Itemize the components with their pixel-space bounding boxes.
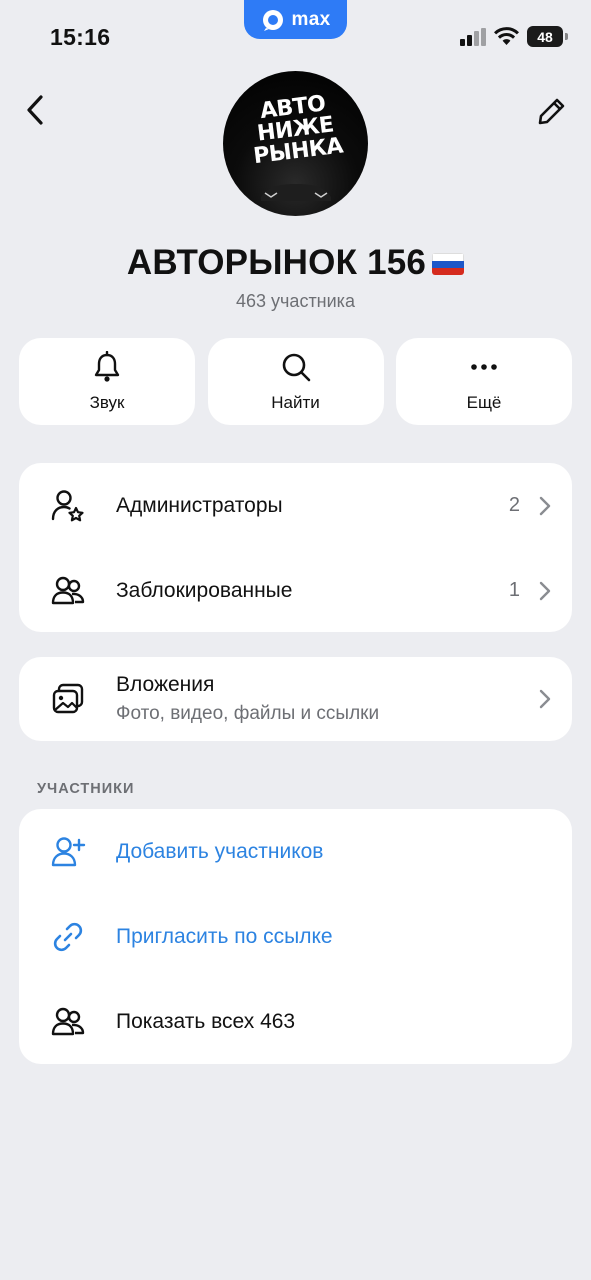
attachments-sub: Фото, видео, файлы и ссылки — [116, 703, 380, 724]
chevron-left-icon — [27, 95, 43, 125]
show-all-label: Показать всех 463 — [116, 1009, 296, 1033]
blocked-row[interactable]: Заблокированные 1 — [19, 548, 572, 633]
attachments-label: Вложения — [116, 673, 215, 696]
max-logo-icon — [262, 9, 283, 31]
status-bar: 15:16 max 48 — [0, 0, 591, 72]
add-members-row[interactable]: Добавить участников — [19, 809, 572, 894]
more-icon — [471, 363, 497, 370]
admins-label: Администраторы — [116, 493, 283, 517]
search-button[interactable]: Найти — [207, 338, 384, 425]
admin-icon — [49, 487, 87, 525]
car-silhouette-icon — [261, 184, 331, 201]
sound-label: Звук — [89, 392, 125, 412]
blocked-users-icon — [49, 572, 87, 610]
chevron-right-icon — [538, 581, 552, 601]
pencil-icon — [538, 98, 565, 125]
wifi-icon — [494, 27, 519, 45]
avatar-logo-text: АВТО НИЖЕ РЫНКА — [252, 91, 345, 170]
search-icon — [282, 353, 310, 381]
status-time: 15:16 — [50, 24, 111, 50]
chevron-right-icon — [538, 496, 552, 516]
users-icon — [49, 1003, 87, 1041]
status-icons: 48 — [460, 26, 568, 47]
member-count: 463 участника — [236, 291, 355, 311]
blocked-count: 1 — [508, 579, 520, 601]
back-button[interactable] — [18, 92, 52, 128]
members-card: Добавить участников Пригласить по ссылке… — [19, 809, 572, 1064]
search-label: Найти — [271, 392, 320, 412]
edit-button[interactable] — [533, 92, 571, 130]
action-bar: Звук Найти Ещё — [19, 338, 572, 425]
attachments-row[interactable]: Вложения Фото, видео, файлы и ссылки — [19, 657, 572, 741]
invite-link-label: Пригласить по ссылке — [116, 924, 333, 948]
sound-button[interactable]: Звук — [19, 338, 195, 425]
page-title: АВТОРЫНОК 156 — [126, 243, 427, 282]
russia-flag-icon — [432, 253, 465, 275]
app-pill[interactable]: max — [244, 0, 347, 39]
show-all-row[interactable]: Показать всех 463 — [19, 979, 572, 1064]
management-card: Администраторы 2 Заблокированные 1 — [19, 463, 572, 632]
more-label: Ещё — [466, 392, 502, 412]
members-section-title: УЧАСТНИКИ — [37, 781, 135, 797]
app-pill-label: max — [291, 8, 331, 30]
blocked-label: Заблокированные — [116, 578, 293, 602]
add-user-icon — [49, 833, 87, 871]
admins-count: 2 — [508, 494, 520, 516]
admins-row[interactable]: Администраторы 2 — [19, 463, 572, 548]
battery-indicator: 48 — [527, 26, 568, 47]
attachments-card: Вложения Фото, видео, файлы и ссылки — [19, 657, 572, 741]
title-row: АВТОРЫНОК 156 — [0, 243, 591, 283]
bell-icon — [94, 350, 120, 382]
more-button[interactable]: Ещё — [396, 338, 572, 425]
gallery-icon — [49, 680, 87, 718]
invite-link-row[interactable]: Пригласить по ссылке — [19, 894, 572, 979]
cellular-signal-icon — [460, 27, 486, 46]
link-icon — [49, 918, 87, 956]
chevron-right-icon — [538, 689, 552, 709]
group-avatar[interactable]: АВТО НИЖЕ РЫНКА — [223, 71, 368, 216]
add-members-label: Добавить участников — [116, 839, 324, 863]
